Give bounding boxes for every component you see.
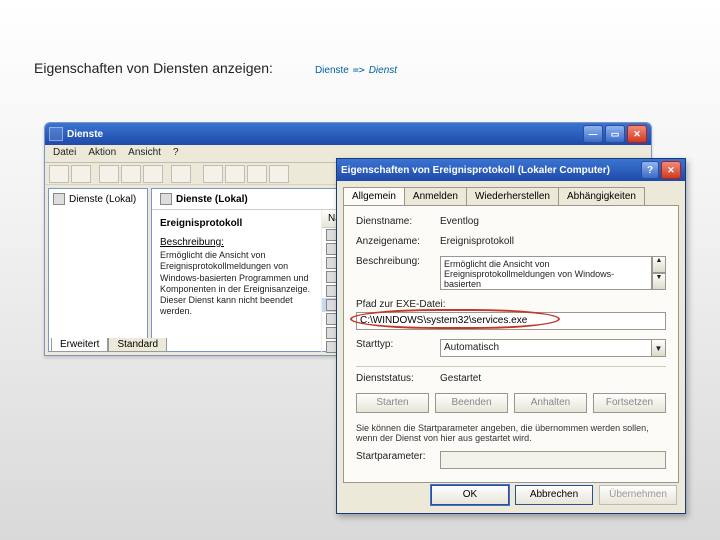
properties-dialog: Eigenschaften von Ereignisprotokoll (Lok… xyxy=(336,158,686,514)
toolbar-help-icon[interactable] xyxy=(171,165,191,183)
titlebar[interactable]: Dienste — ▭ ✕ xyxy=(45,123,651,145)
description-field[interactable]: Ermöglicht die Ansicht von Ereignisproto… xyxy=(440,256,652,290)
gear-icon xyxy=(53,193,65,205)
label-display-name: Anzeigename: xyxy=(356,236,440,247)
tab-extended[interactable]: Erweitert xyxy=(51,338,108,352)
label-startup-type: Starttyp: xyxy=(356,339,440,350)
toolbar-refresh-icon[interactable] xyxy=(143,165,163,183)
ok-button[interactable]: OK xyxy=(431,485,509,505)
stop-button[interactable]: Beenden xyxy=(435,393,508,413)
menu-help[interactable]: ? xyxy=(173,147,179,160)
menu-view[interactable]: Ansicht xyxy=(128,147,161,160)
tree-panel: Dienste (Lokal) xyxy=(48,188,148,352)
minimize-button[interactable]: — xyxy=(583,125,603,143)
app-icon xyxy=(49,127,63,141)
value-status: Gestartet xyxy=(440,373,666,384)
cancel-button[interactable]: Abbrechen xyxy=(515,485,593,505)
close-button[interactable]: ✕ xyxy=(627,125,647,143)
toolbar-pause-icon[interactable] xyxy=(247,165,267,183)
menu-action[interactable]: Aktion xyxy=(88,147,116,160)
value-display-name: Ereignisprotokoll xyxy=(440,236,666,247)
tab-general[interactable]: Allgemein xyxy=(343,187,405,205)
hint-text: Sie können die Startparameter angeben, d… xyxy=(356,423,666,443)
maximize-button[interactable]: ▭ xyxy=(605,125,625,143)
pane-title: Dienste (Lokal) xyxy=(176,194,248,205)
toolbar-stop-icon[interactable] xyxy=(225,165,245,183)
dialog-title: Eigenschaften von Ereignisprotokoll (Lok… xyxy=(341,165,610,176)
dialog-titlebar[interactable]: Eigenschaften von Ereignisprotokoll (Lok… xyxy=(337,159,685,181)
tab-recovery[interactable]: Wiederherstellen xyxy=(466,187,559,205)
label-start-params: Startparameter: xyxy=(356,451,440,462)
resume-button[interactable]: Fortsetzen xyxy=(593,393,666,413)
toolbar-properties-icon[interactable] xyxy=(99,165,119,183)
dialog-close-button[interactable]: ✕ xyxy=(661,161,681,179)
toolbar-restart-icon[interactable] xyxy=(269,165,289,183)
toolbar-play-icon[interactable] xyxy=(203,165,223,183)
value-service-name: Eventlog xyxy=(440,216,666,227)
tab-dependencies[interactable]: Abhängigkeiten xyxy=(558,187,645,205)
slide-title: Eigenschaften von Diensten anzeigen: xyxy=(34,60,273,76)
selected-service-name: Ereignisprotokoll xyxy=(160,218,313,229)
pause-button[interactable]: Anhalten xyxy=(514,393,587,413)
label-service-name: Dienstname: xyxy=(356,216,440,227)
window-title: Dienste xyxy=(67,129,103,140)
toolbar-forward-icon[interactable] xyxy=(71,165,91,183)
label-exe-path: Pfad zur EXE-Datei: xyxy=(356,299,445,310)
help-button[interactable]: ? xyxy=(641,161,659,179)
tree-root[interactable]: Dienste (Lokal) xyxy=(53,193,143,205)
gear-icon xyxy=(160,193,172,205)
description-text: Ermöglicht die Ansicht von Ereignisproto… xyxy=(160,250,313,318)
start-params-field[interactable] xyxy=(440,451,666,469)
scroll-down-icon[interactable]: ▼ xyxy=(652,273,666,290)
label-description: Beschreibung: xyxy=(356,256,440,267)
tab-logon[interactable]: Anmelden xyxy=(404,187,467,205)
tab-standard[interactable]: Standard xyxy=(108,338,167,352)
toolbar-back-icon[interactable] xyxy=(49,165,69,183)
chevron-down-icon[interactable]: ▼ xyxy=(651,339,666,357)
scroll-up-icon[interactable]: ▲ xyxy=(652,256,666,273)
startup-type-combo[interactable]: Automatisch xyxy=(440,339,651,357)
label-status: Dienststatus: xyxy=(356,373,440,384)
menu-file[interactable]: Datei xyxy=(53,147,76,160)
toolbar-export-icon[interactable] xyxy=(121,165,141,183)
slide-nav-path: Dienste => Dienst xyxy=(315,60,397,76)
apply-button[interactable]: Übernehmen xyxy=(599,485,677,505)
exe-path-field[interactable]: C:\WINDOWS\system32\services.exe xyxy=(356,312,666,330)
description-label: Beschreibung: xyxy=(160,237,313,248)
start-button[interactable]: Starten xyxy=(356,393,429,413)
